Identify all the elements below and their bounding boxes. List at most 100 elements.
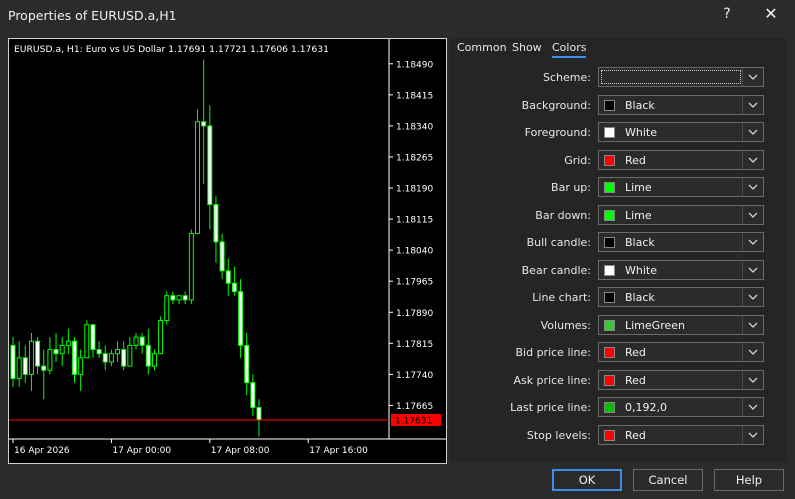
color-select[interactable]: Red	[598, 150, 764, 170]
color-select[interactable]: Lime	[598, 205, 764, 225]
candle-body	[158, 320, 164, 355]
color-select[interactable]: Black	[598, 287, 764, 307]
candle-body	[182, 295, 188, 301]
setting-label: Stop levels:	[526, 429, 591, 442]
focus-outline	[601, 70, 741, 84]
color-value: 0,192,0	[625, 401, 667, 414]
setting-row: Line chart: Black	[450, 287, 787, 309]
ok-button[interactable]: OK	[552, 469, 622, 491]
color-select[interactable]: Black	[598, 95, 764, 115]
color-swatch	[604, 237, 615, 248]
time-tick-label: 16 Apr 2026	[14, 446, 70, 456]
setting-row: Foreground: White	[450, 122, 787, 144]
chevron-down-icon[interactable]	[742, 68, 763, 86]
setting-row: Bar down: Lime	[450, 205, 787, 227]
chevron-down-icon[interactable]	[742, 398, 763, 416]
candle-body	[188, 233, 194, 301]
price-tick-label: 1.18190	[396, 185, 433, 195]
chevron-down-icon[interactable]	[742, 151, 763, 169]
chevron-down-icon[interactable]	[742, 371, 763, 389]
candle-body	[59, 344, 65, 355]
price-tick-label: 1.17665	[396, 402, 433, 412]
candle-body	[145, 344, 151, 367]
color-swatch	[604, 210, 615, 221]
title-bar: Properties of EURUSD.a,H1 ? ✕	[0, 0, 795, 31]
tab-colors[interactable]: Colors	[552, 41, 587, 58]
setting-row: Bear candle: White	[450, 260, 787, 282]
candle-body	[121, 349, 127, 367]
price-tick-label: 1.18265	[396, 153, 433, 163]
color-select[interactable]: LimeGreen	[598, 315, 764, 335]
color-select[interactable]: 0,192,0	[598, 397, 764, 417]
scheme-select[interactable]	[598, 67, 764, 87]
setting-row: Scheme:	[450, 67, 787, 89]
price-tick-label: 1.18115	[396, 216, 433, 226]
setting-label: Bull candle:	[526, 236, 591, 249]
setting-row: Grid: Red	[450, 150, 787, 172]
candle-body	[207, 125, 213, 206]
candle-body	[164, 295, 170, 322]
setting-label: Bid price line:	[515, 346, 591, 359]
tab-common[interactable]: Common	[457, 41, 507, 54]
setting-row: Bar up: Lime	[450, 177, 787, 199]
color-select[interactable]: Red	[598, 425, 764, 445]
close-icon[interactable]: ✕	[763, 4, 779, 23]
color-swatch	[604, 347, 615, 358]
setting-label: Ask price line:	[513, 374, 591, 387]
chevron-down-icon[interactable]	[742, 426, 763, 444]
tab-show[interactable]: Show	[512, 41, 542, 54]
chevron-down-icon[interactable]	[742, 233, 763, 251]
color-select[interactable]: Lime	[598, 177, 764, 197]
chevron-down-icon[interactable]	[742, 178, 763, 196]
setting-row: Volumes: LimeGreen	[450, 315, 787, 337]
chevron-down-icon[interactable]	[742, 123, 763, 141]
candle-body	[127, 344, 133, 367]
candle-body	[133, 336, 139, 346]
chevron-down-icon[interactable]	[742, 343, 763, 361]
color-select[interactable]: Black	[598, 232, 764, 252]
chevron-down-icon[interactable]	[742, 206, 763, 224]
candle-body	[47, 349, 53, 371]
chevron-down-icon[interactable]	[742, 288, 763, 306]
setting-row: Background: Black	[450, 95, 787, 117]
color-select[interactable]: Red	[598, 370, 764, 390]
candle-body	[108, 353, 114, 363]
help-button[interactable]: Help	[714, 469, 784, 491]
color-value: Black	[625, 291, 655, 304]
color-value: Red	[625, 346, 646, 359]
color-value: Red	[625, 429, 646, 442]
candle-body	[139, 336, 145, 346]
candle-body	[28, 340, 34, 375]
chart-background	[9, 39, 446, 463]
help-icon[interactable]: ?	[720, 6, 734, 22]
candle-body	[225, 270, 231, 284]
color-swatch	[604, 292, 615, 303]
time-tick-label: 17 Apr 16:00	[309, 446, 368, 456]
bid-price-label: 1.17631	[395, 416, 432, 426]
time-tick-label: 17 Apr 08:00	[211, 446, 270, 456]
candle-body	[84, 324, 90, 359]
price-tick-label: 1.18490	[396, 60, 433, 70]
color-swatch	[604, 100, 615, 111]
chevron-down-icon[interactable]	[742, 316, 763, 334]
color-select[interactable]: White	[598, 122, 764, 142]
candle-body	[10, 344, 16, 380]
setting-label: Bar up:	[551, 181, 591, 194]
cancel-button[interactable]: Cancel	[633, 469, 703, 491]
color-swatch	[604, 320, 615, 331]
chart-canvas: 1.18490 1.18415 1.18340 1.18265 1.18190 1.181…	[9, 39, 446, 463]
candle-body	[16, 357, 22, 380]
chevron-down-icon[interactable]	[742, 261, 763, 279]
candle-body	[90, 324, 96, 351]
color-value: Lime	[625, 181, 652, 194]
setting-row: Ask price line: Red	[450, 370, 787, 392]
color-select[interactable]: White	[598, 260, 764, 280]
color-value: LimeGreen	[625, 319, 685, 332]
tab-bar: Common Show Colors	[450, 38, 787, 60]
color-select[interactable]: Red	[598, 342, 764, 362]
price-tick-label: 1.17815	[396, 340, 433, 350]
chevron-down-icon[interactable]	[742, 96, 763, 114]
settings-panel: Common Show Colors Scheme: Background: Bla…	[450, 38, 787, 462]
setting-row: Bull candle: Black	[450, 232, 787, 254]
candle-body	[244, 344, 250, 384]
